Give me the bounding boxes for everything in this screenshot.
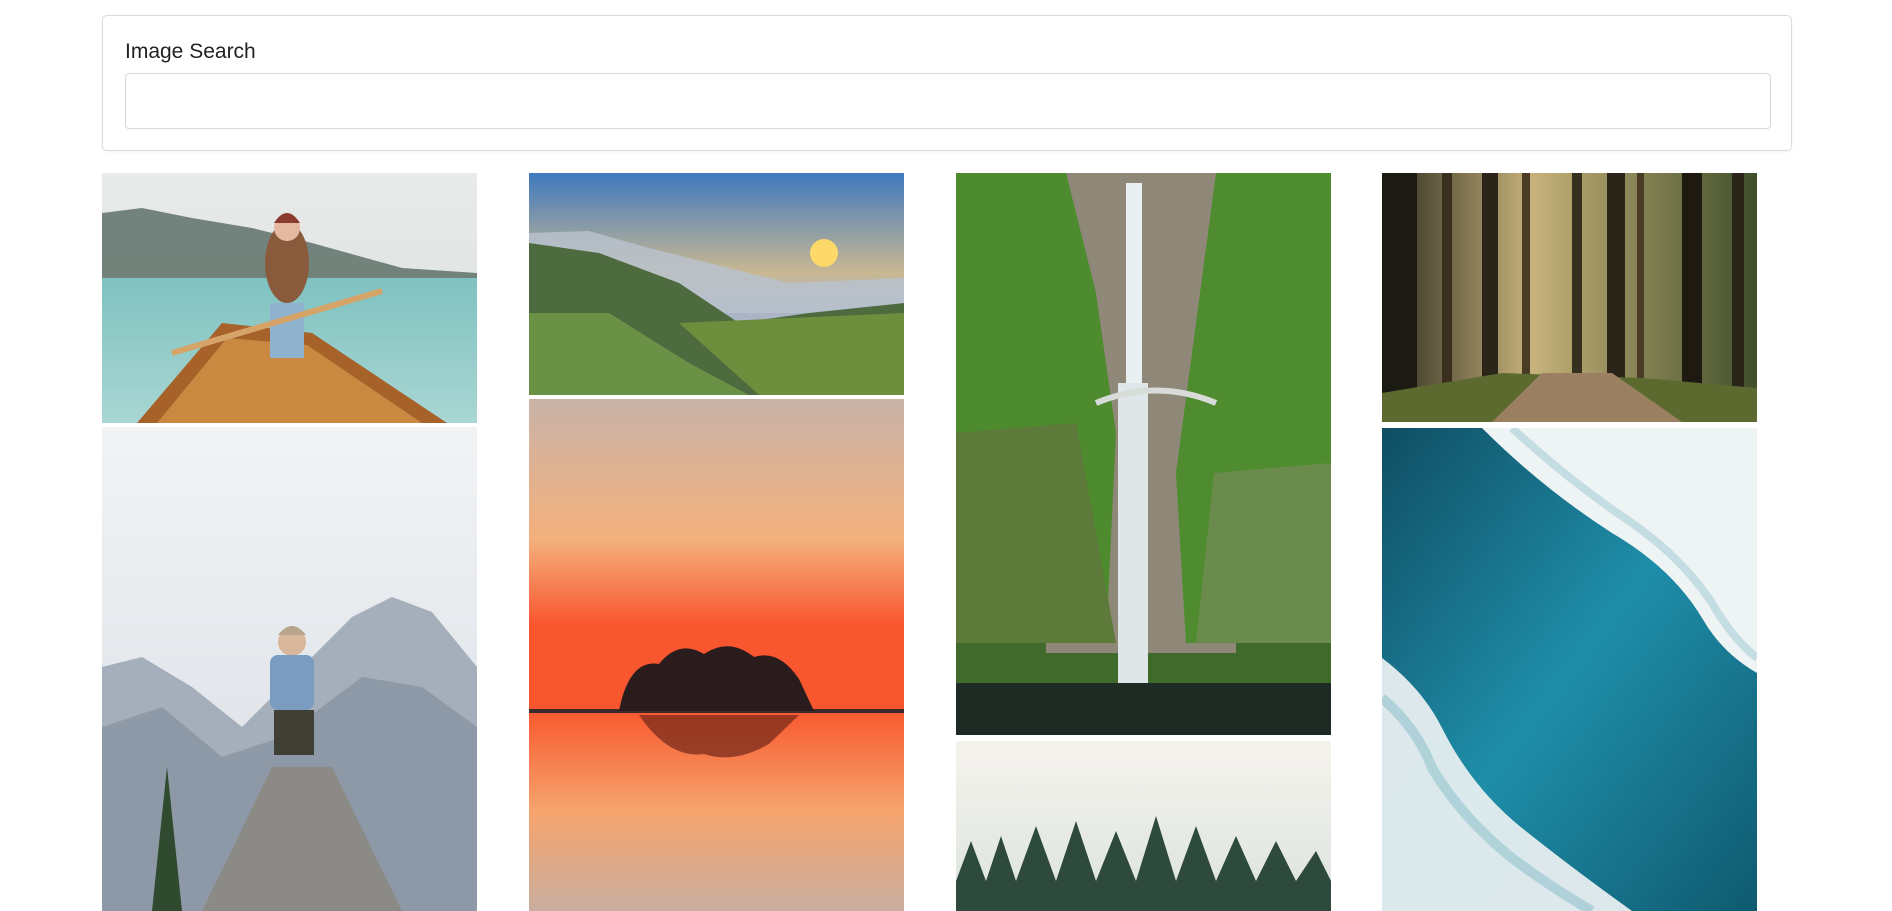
island-sunset-reflection-photo[interactable] <box>529 399 904 911</box>
image-gallery <box>0 0 1892 911</box>
woman-mountain-rock-photo[interactable] <box>102 427 477 911</box>
ocean-waves-aerial-photo[interactable] <box>1382 428 1757 911</box>
green-hills-sunset-photo[interactable] <box>529 173 904 395</box>
misty-forest-photo[interactable] <box>956 741 1331 911</box>
woman-canoe-lake-photo[interactable] <box>102 173 477 423</box>
forest-path-photo[interactable] <box>1382 173 1757 422</box>
waterfall-bridge-photo[interactable] <box>956 173 1331 735</box>
